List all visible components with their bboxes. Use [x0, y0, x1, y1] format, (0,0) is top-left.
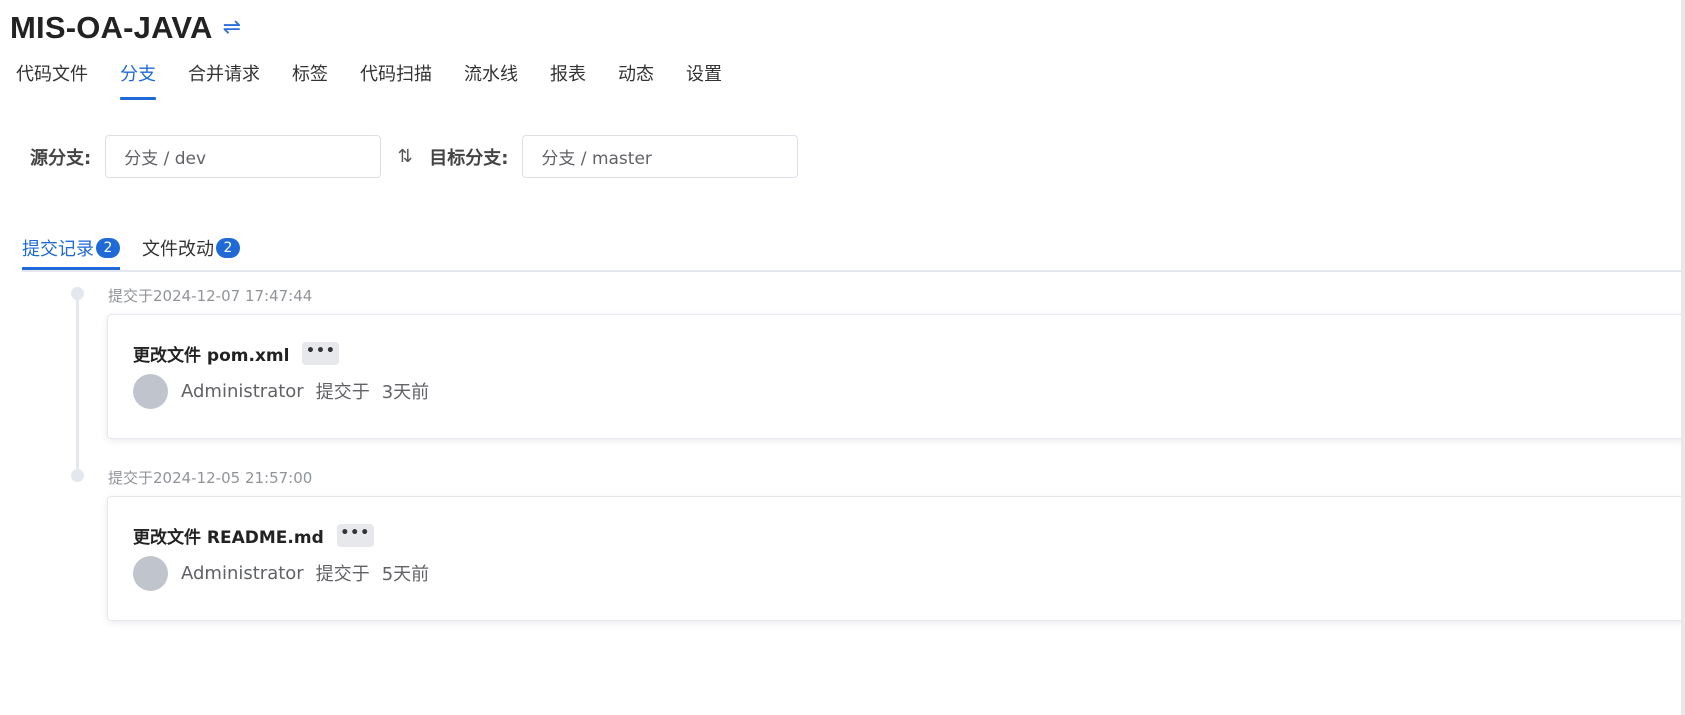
repo-title: MIS-OA-JAVA — [10, 10, 213, 45]
avatar — [133, 373, 168, 409]
more-button[interactable]: ••• — [302, 342, 340, 365]
commit-title-row: 更改文件 pom.xml ••• — [133, 341, 340, 366]
more-button[interactable]: ••• — [336, 524, 374, 547]
tab-settings[interactable]: 设置 — [670, 58, 738, 102]
tab-reports[interactable]: 报表 — [534, 58, 602, 102]
branch-compare: 源分支: ⇅ 目标分支: — [30, 134, 799, 179]
commit-action: 提交于 — [315, 564, 370, 585]
tab-code-scan[interactable]: 代码扫描 — [344, 58, 448, 102]
commit-meta: Administrator 提交于 5天前 — [133, 555, 441, 591]
tab-file-changes-label: 文件改动 — [142, 239, 214, 260]
commit-title[interactable]: 更改文件 pom.xml — [133, 341, 289, 366]
target-branch-input[interactable] — [522, 135, 799, 178]
tab-activity[interactable]: 动态 — [602, 58, 670, 102]
repo-nav: 代码文件 分支 合并请求 标签 代码扫描 流水线 报表 动态 设置 — [0, 58, 738, 102]
commit-card: 更改文件 README.md ••• Administrator 提交于 5天前 — [107, 496, 1685, 621]
commit-card: 更改文件 pom.xml ••• Administrator 提交于 3天前 — [107, 314, 1685, 439]
tab-commit-history-label: 提交记录 — [22, 239, 94, 260]
commit-count-badge: 2 — [96, 238, 120, 258]
commit-meta: Administrator 提交于 3天前 — [133, 373, 441, 409]
timeline-dot — [71, 469, 84, 482]
commit-timestamp: 提交于2024-12-05 21:57:00 — [108, 469, 313, 487]
tab-merge-requests[interactable]: 合并请求 — [172, 58, 276, 102]
commit-timestamp: 提交于2024-12-07 17:47:44 — [108, 287, 313, 305]
tab-file-changes[interactable]: 文件改动 2 — [142, 228, 240, 268]
tab-pipeline[interactable]: 流水线 — [448, 58, 534, 102]
tab-commit-history[interactable]: 提交记录 2 — [22, 228, 120, 270]
page: MIS-OA-JAVA ⇌ 代码文件 分支 合并请求 标签 代码扫描 流水线 报… — [0, 0, 1685, 715]
repo-header: MIS-OA-JAVA ⇌ — [10, 8, 241, 48]
avatar — [133, 555, 168, 591]
source-branch-input[interactable] — [105, 135, 382, 178]
scrollbar-track[interactable] — [1681, 0, 1685, 715]
commit-author: Administrator — [181, 562, 304, 584]
tab-branches[interactable]: 分支 — [104, 58, 172, 102]
timeline-line — [76, 293, 79, 475]
commit-title[interactable]: 更改文件 README.md — [133, 523, 324, 548]
commit-relative-time: 5天前 — [381, 564, 430, 585]
file-change-count-badge: 2 — [216, 238, 240, 258]
tab-tags[interactable]: 标签 — [276, 58, 344, 102]
commit-author: Administrator — [181, 380, 304, 402]
timeline-dot — [71, 287, 84, 300]
target-branch-label: 目标分支: — [429, 147, 509, 169]
compare-sub-tabs: 提交记录 2 文件改动 2 — [22, 228, 1685, 272]
commit-title-row: 更改文件 README.md ••• — [133, 523, 374, 548]
tab-code-files[interactable]: 代码文件 — [0, 58, 104, 102]
swap-horizontal-icon[interactable]: ⇌ — [223, 17, 241, 39]
source-branch-label: 源分支: — [30, 147, 92, 169]
commit-relative-time: 3天前 — [381, 382, 430, 403]
swap-vertical-icon[interactable]: ⇅ — [395, 146, 415, 167]
commit-action: 提交于 — [315, 382, 370, 403]
